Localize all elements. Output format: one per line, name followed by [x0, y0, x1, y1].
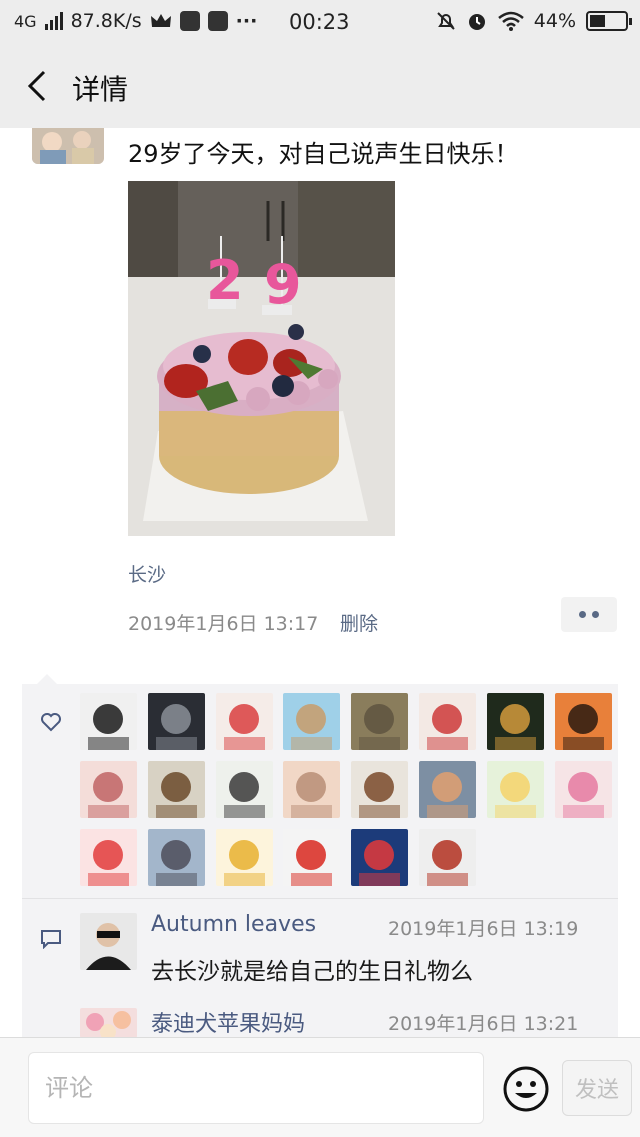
status-right: 44%: [436, 10, 632, 32]
like-avatar-image: [283, 761, 340, 818]
more-notifications-icon: ···: [235, 10, 258, 32]
battery-icon: [586, 11, 632, 31]
shopping-bag-icon: [179, 11, 200, 31]
like-avatar-image: [216, 693, 273, 750]
like-avatar-image: [216, 761, 273, 818]
signal-icon: [44, 12, 63, 30]
like-avatar-image: [216, 829, 273, 886]
like-avatar-image: [419, 829, 476, 886]
like-avatar[interactable]: [216, 761, 273, 818]
like-avatar[interactable]: [80, 829, 137, 886]
like-avatar[interactable]: [419, 693, 476, 750]
nav-bar: 详情: [0, 44, 640, 128]
comment-avatar-image: [80, 1008, 137, 1038]
like-avatar[interactable]: [419, 829, 476, 886]
like-avatar-image: [419, 693, 476, 750]
like-avatar-image: [487, 761, 544, 818]
comment-author[interactable]: 泰迪犬苹果妈妈: [151, 1006, 305, 1038]
battery-fill: [590, 15, 605, 27]
like-avatar-image: [555, 693, 612, 750]
like-avatar-image: [555, 761, 612, 818]
clock: 00:23: [289, 10, 350, 34]
like-avatar[interactable]: [419, 761, 476, 818]
network-speed: 87.8K/s: [70, 10, 142, 32]
like-avatar[interactable]: [487, 693, 544, 750]
like-avatar-image: [419, 761, 476, 818]
like-avatar[interactable]: [148, 761, 205, 818]
like-avatar[interactable]: [283, 829, 340, 886]
candle-digit-1: 2: [206, 249, 244, 312]
like-avatar[interactable]: [148, 829, 205, 886]
comment-input-bar: 发送: [0, 1037, 640, 1137]
more-dot-icon: [592, 611, 599, 618]
comment-author[interactable]: Autumn leaves: [151, 912, 316, 937]
like-avatar-image: [351, 829, 408, 886]
post-timestamp: 2019年1月6日 13:17: [128, 613, 319, 635]
app-notification-icon: [207, 11, 228, 31]
like-avatar[interactable]: [283, 693, 340, 750]
like-avatar[interactable]: [80, 761, 137, 818]
heart-icon: [41, 713, 61, 732]
like-avatar[interactable]: [351, 829, 408, 886]
delete-link[interactable]: 删除: [340, 609, 378, 636]
like-avatar-image: [351, 693, 408, 750]
like-avatar-image: [80, 829, 137, 886]
likes-divider: [22, 898, 618, 899]
like-avatar-image: [148, 829, 205, 886]
like-avatar-image: [283, 693, 340, 750]
like-avatar[interactable]: [283, 761, 340, 818]
candle-digit-2: 9: [264, 253, 302, 316]
comment-avatar[interactable]: [80, 913, 137, 970]
location-link[interactable]: 长沙: [128, 560, 166, 587]
like-avatar-image: [283, 829, 340, 886]
status-left: 4G 87.8K/s ···: [14, 10, 257, 32]
back-arrow-icon[interactable]: [26, 70, 50, 102]
like-avatar[interactable]: [148, 693, 205, 750]
comment-avatar-image: [80, 913, 137, 970]
emoji-icon[interactable]: [502, 1065, 550, 1113]
like-avatar-image: [80, 761, 137, 818]
comment-text: 去长沙就是给自己的生日礼物么: [151, 959, 473, 985]
comment-input[interactable]: [28, 1052, 484, 1124]
comment-time: 2019年1月6日 13:21: [388, 1013, 579, 1035]
more-actions-button[interactable]: [561, 597, 617, 632]
alarm-icon: [468, 14, 485, 30]
battery-percent: 44%: [533, 10, 576, 32]
like-avatar[interactable]: [351, 761, 408, 818]
like-avatar[interactable]: [487, 761, 544, 818]
like-avatar[interactable]: [555, 761, 612, 818]
like-avatar[interactable]: [216, 829, 273, 886]
like-avatar-image: [148, 761, 205, 818]
comment-icon: [41, 930, 61, 949]
comment-avatar[interactable]: [80, 1008, 137, 1038]
post-photo[interactable]: 2 9: [128, 181, 395, 536]
send-button[interactable]: 发送: [562, 1060, 632, 1116]
like-avatar-image: [148, 693, 205, 750]
crown-icon: [150, 14, 171, 27]
more-dot-icon: [579, 611, 586, 618]
page-title: 详情: [72, 73, 129, 106]
status-bar: 4G 87.8K/s ··· 00:23 44%: [0, 0, 640, 44]
comment-time: 2019年1月6日 13:19: [388, 918, 579, 940]
author-avatar[interactable]: [32, 128, 104, 164]
like-avatar[interactable]: [80, 693, 137, 750]
mute-bell-icon: [437, 12, 455, 30]
network-type: 4G: [14, 11, 37, 31]
birthday-cake-photo: 2 9: [128, 181, 395, 536]
post-text: 29岁了今天，对自己说声生日快乐！: [128, 140, 519, 168]
like-avatar[interactable]: [555, 693, 612, 750]
like-avatar[interactable]: [351, 693, 408, 750]
author-avatar-image: [32, 128, 104, 164]
like-avatar-image: [351, 761, 408, 818]
like-avatar[interactable]: [216, 693, 273, 750]
wifi-icon: [497, 11, 524, 31]
like-avatar-image: [80, 693, 137, 750]
like-avatar-image: [487, 693, 544, 750]
